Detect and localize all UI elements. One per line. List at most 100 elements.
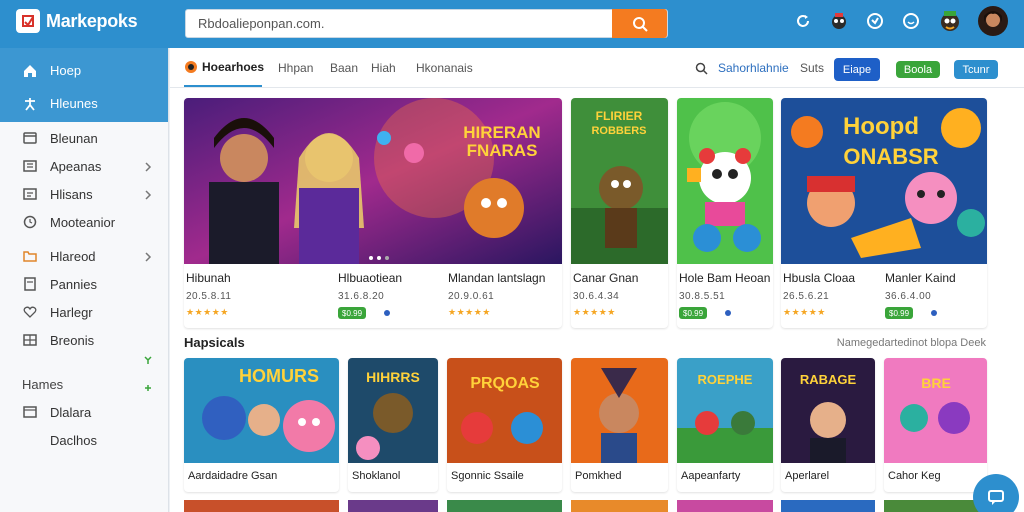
list-icon	[22, 186, 38, 202]
tab-5[interactable]: Hkonanais	[416, 61, 473, 75]
tab-sort[interactable]: Suts	[800, 61, 824, 75]
sidebar-group-label: Hames	[22, 376, 64, 392]
rating-stars: ★★★★★	[783, 307, 826, 317]
info-dot	[931, 310, 937, 316]
sidebar-item-sub1[interactable]: Dlalara	[0, 398, 168, 426]
sidebar-item-heart[interactable]: Harlegr	[0, 298, 168, 326]
primary-button[interactable]: Eiape	[834, 58, 880, 81]
sidebar-item-clock[interactable]: Mooteanior	[0, 208, 168, 236]
mascot-icon[interactable]	[828, 10, 850, 32]
card-meta: 20.9.0.61	[448, 291, 495, 302]
art-line2: ONABSR	[843, 144, 938, 169]
art-text: HOMURS	[239, 366, 319, 386]
character-icon[interactable]	[936, 7, 964, 35]
sidebar: Hoep Hleunes Bleunan Apeanas Hlisans Moo…	[0, 48, 169, 512]
sidebar-item-figure[interactable]: Hleunes	[0, 85, 168, 118]
search-icon	[632, 16, 648, 32]
price-badge: $0.99	[338, 307, 367, 319]
sidebar-item-home[interactable]: Hoep	[0, 48, 168, 85]
section-see-all-link[interactable]: Namegedartedinot blopa Deek	[837, 337, 986, 349]
hero-title-line1: HIRERAN	[463, 123, 540, 142]
chat-button[interactable]	[973, 474, 1019, 512]
tab-2[interactable]: Hhpan	[278, 61, 313, 75]
active-tab-indicator	[184, 85, 262, 87]
blue-button[interactable]: Tcunr	[954, 60, 998, 79]
search-button[interactable]	[612, 9, 667, 38]
card-title: Aperlarel	[785, 470, 830, 482]
sidebar-item-doc[interactable]: Pannies	[0, 270, 168, 298]
featured-card[interactable]: Hoopd ONABSR Hbusla Cloaa 26.5.6.21 ★★★★…	[781, 98, 987, 328]
game-art-image: FLIRIER ROBBERS	[571, 98, 668, 264]
sidebar-item-grid[interactable]: Apeanas	[0, 152, 168, 180]
tab-4[interactable]: Hiah	[371, 61, 396, 75]
tab-search-label[interactable]: Sahorhlahnie	[718, 61, 789, 75]
rating-stars: ★★★★★	[573, 307, 616, 317]
game-card[interactable]: Pomkhed	[571, 358, 668, 492]
tab-3[interactable]: Baan	[330, 61, 358, 75]
sidebar-item-tag[interactable]: Breonis	[0, 326, 168, 354]
avatar[interactable]	[978, 6, 1008, 36]
art-text: BRE	[921, 375, 951, 391]
search-icon[interactable]	[695, 62, 708, 80]
smile-icon[interactable]	[900, 10, 922, 32]
rating-stars: ★★★★★	[186, 307, 229, 317]
featured-card[interactable]: FLIRIER ROBBERS Canar Gnan 30.6.4.34 ★★★…	[571, 98, 668, 328]
card-meta: 26.5.6.21	[783, 291, 830, 302]
game-card[interactable]: HIHRRS Shoklanol	[348, 358, 438, 492]
card-meta: 30.6.4.34	[573, 291, 620, 302]
card-title: Aapeanfarty	[681, 470, 741, 482]
card-meta: 30.8.5.51	[679, 291, 726, 302]
game-art-image: BRE	[884, 358, 987, 463]
card-title: Hbusla Cloaa	[783, 271, 856, 285]
card-icon	[22, 130, 38, 146]
game-card[interactable]: ROEPHE Aapeanfarty	[677, 358, 773, 492]
price-badge: $0.99	[885, 307, 914, 319]
game-art-image: Hoopd ONABSR	[781, 98, 987, 264]
art-text: HIHRRS	[366, 369, 420, 385]
art-text: PRQOAS	[470, 375, 540, 392]
game-card[interactable]: PRQOAS Sgonnic Ssaile	[447, 358, 562, 492]
figure-icon	[22, 96, 38, 112]
art-text: ROEPHE	[698, 372, 753, 387]
search-input[interactable]	[186, 10, 614, 37]
tab-featured[interactable]: Hoearhoes	[184, 60, 264, 74]
card-meta: 31.6.8.20	[338, 291, 385, 302]
shield-icon[interactable]	[864, 10, 886, 32]
featured-card[interactable]: HIRERAN FNARAS Hibunah 20.5.8.11 ★★★★★ H…	[184, 98, 562, 328]
price-badge: $0.99	[679, 307, 708, 319]
game-card[interactable]: BRE Cahor Keg	[884, 358, 987, 492]
featured-card[interactable]: Hole Bam Heoan 30.8.5.51 $0.99	[677, 98, 773, 328]
sidebar-item-label: Apeanas	[50, 158, 102, 174]
game-card[interactable]: HOMURS Aardaidadre Gsan	[184, 358, 339, 492]
window-icon	[22, 404, 38, 420]
sidebar-item-sub2[interactable]: Daclhos	[0, 426, 168, 454]
chevron-right-icon	[144, 188, 152, 203]
game-art-image	[571, 358, 668, 463]
card-title: Canar Gnan	[573, 271, 639, 285]
sidebar-item-label: Harlegr	[50, 304, 93, 320]
art-line1: Hoopd	[843, 113, 919, 140]
chevron-right-icon	[144, 250, 152, 265]
orange-game-icon	[185, 61, 197, 73]
header-actions	[792, 6, 1008, 36]
card-title: Manler Kaind	[885, 271, 956, 285]
sidebar-item-folder[interactable]: Hlareod	[0, 242, 168, 270]
sidebar-item-card[interactable]: Bleunan	[0, 124, 168, 152]
refresh-icon[interactable]	[792, 10, 814, 32]
game-art-image: PRQOAS	[447, 358, 562, 463]
top-bar: Markepoks	[0, 0, 1024, 48]
game-art-image: HIRERAN FNARAS	[184, 98, 562, 264]
app-logo[interactable]: Markepoks	[16, 9, 138, 33]
green-button[interactable]: Boola	[896, 61, 940, 78]
rating-stars: ★★★★★	[448, 307, 491, 317]
sidebar-item-list[interactable]: Hlisans	[0, 180, 168, 208]
plus-icon[interactable]	[144, 380, 152, 395]
heart-icon	[22, 304, 38, 320]
card-title: Mlandan lantslagn	[448, 271, 546, 285]
game-card[interactable]: RABAGE Aperlarel	[781, 358, 875, 492]
sidebar-group-title[interactable]: Hames	[0, 370, 168, 398]
sidebar-item-label: Hlisans	[50, 186, 93, 202]
doc-icon	[22, 276, 38, 292]
chevron-right-icon	[144, 160, 152, 175]
sidebar-item-label: Hleunes	[50, 96, 98, 111]
